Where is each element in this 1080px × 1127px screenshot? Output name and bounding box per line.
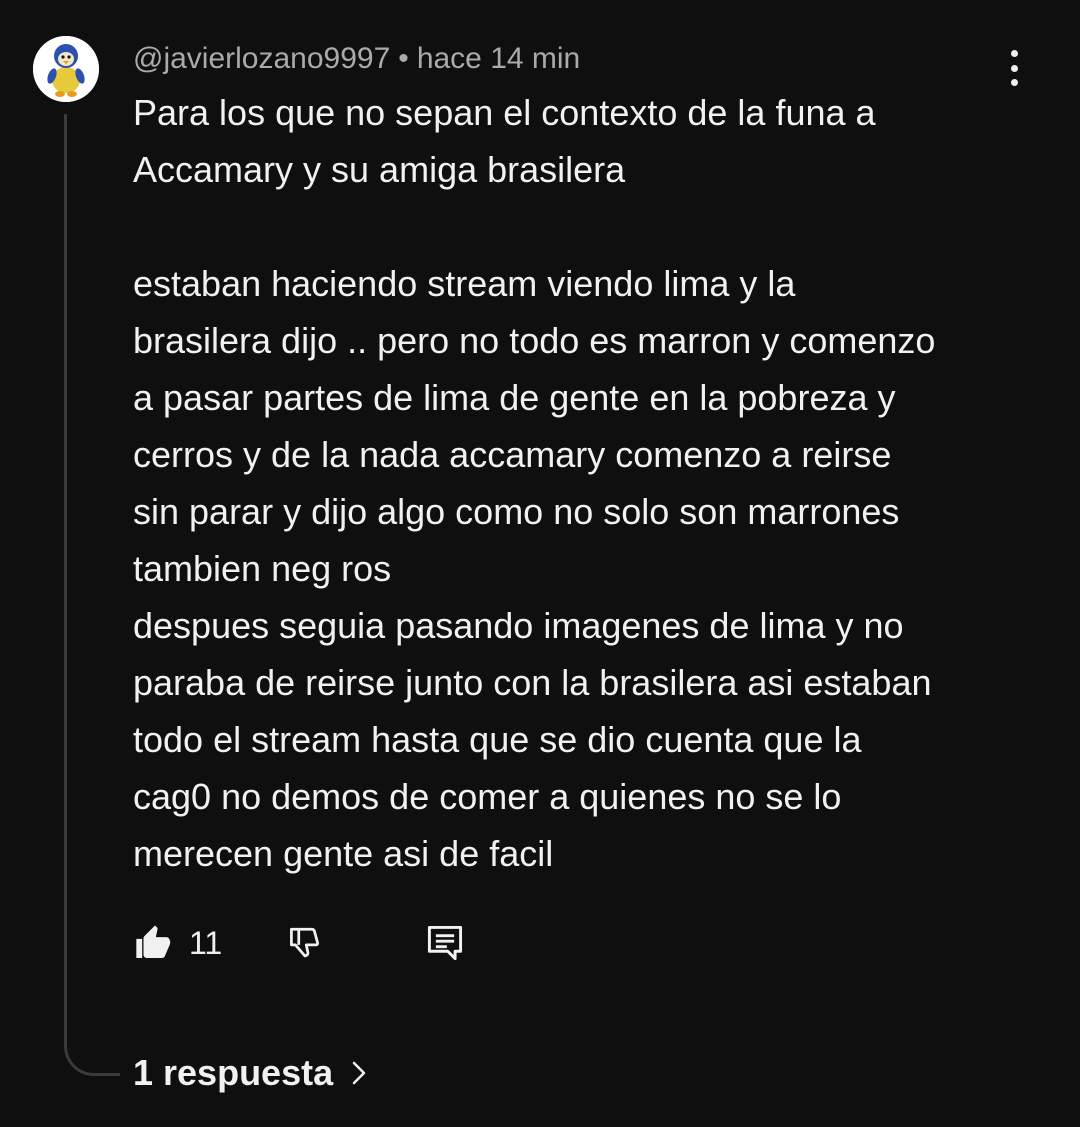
more-vertical-icon[interactable] (998, 50, 1030, 86)
like-button[interactable]: 11 (133, 918, 222, 968)
comment-line: merecen gente asi de facil (133, 833, 554, 874)
avatar[interactable] (33, 36, 99, 102)
comment-line: a pasar partes de lima de gente en la po… (133, 377, 896, 418)
thumbs-down-icon (290, 927, 320, 958)
thread-connector-line (64, 114, 120, 1076)
comment-timestamp: hace 14 min (416, 42, 581, 75)
comment-line: cag0 no demos de comer a quienes no se l… (133, 776, 842, 817)
comment-line: despues seguia pasando imagenes de lima … (133, 605, 904, 646)
comment-line (133, 198, 1033, 255)
view-replies-button[interactable]: 1 respuesta (133, 1052, 369, 1094)
reply-button[interactable] (423, 918, 467, 968)
comment-line: todo el stream hasta que se dio cuenta q… (133, 719, 862, 760)
comment-line: estaban haciendo stream viendo lima y la (133, 263, 796, 304)
replies-label: 1 respuesta (133, 1052, 334, 1093)
chevron-right-icon (352, 1061, 366, 1085)
comment-line: sin parar y dijo algo como no solo son m… (133, 491, 900, 532)
dislike-button[interactable] (285, 918, 329, 968)
comment-line: brasilera dijo .. pero no todo es marron… (133, 320, 936, 361)
comment-reply-icon (427, 925, 463, 961)
comment-line: paraba de reirse junto con la brasilera … (133, 662, 932, 703)
comment-author[interactable]: @javierlozano9997 (133, 42, 390, 75)
comment-line: tambien neg ros (133, 548, 392, 589)
comment-line: Para los que no sepan el contexto de la … (133, 92, 876, 133)
comment-header: @javierlozano9997 • hace 14 min (133, 42, 580, 76)
menu-dot (1010, 50, 1018, 57)
header-separator: • (398, 42, 409, 75)
comment-text: Para los que no sepan el contexto de la … (133, 84, 1033, 882)
like-count: 11 (189, 924, 223, 961)
comment-line: Accamary y su amiga brasilera (133, 149, 626, 190)
menu-dot (1010, 64, 1018, 72)
baby-penguin-avatar-icon (33, 36, 99, 102)
comment-line: cerros y de la nada accamary comenzo a r… (133, 434, 892, 475)
thumbs-up-filled-icon (136, 925, 171, 958)
